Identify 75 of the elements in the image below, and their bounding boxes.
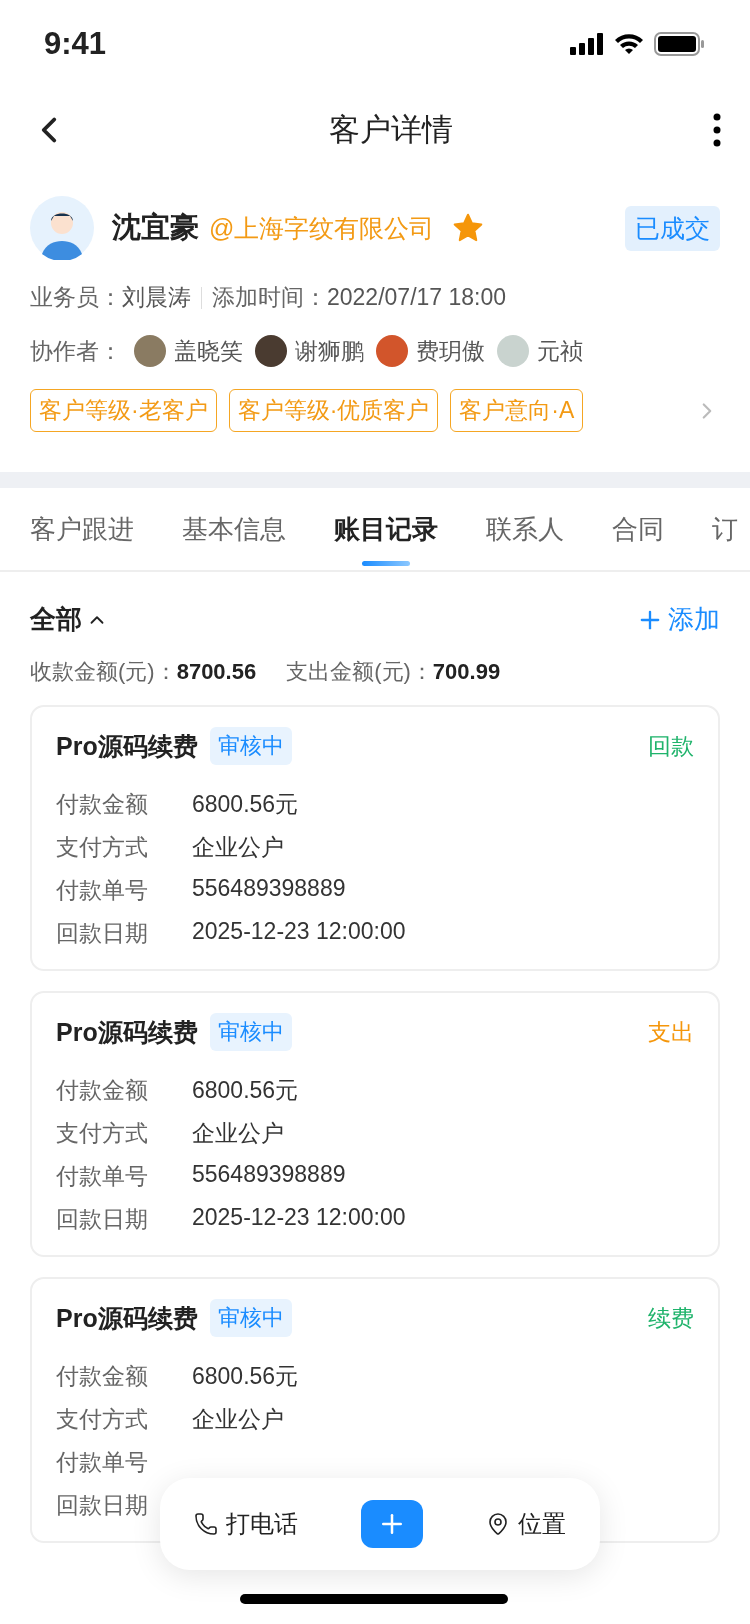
field-value: 556489398889 [192,875,346,903]
customer-tag: 客户等级·优质客户 [228,389,439,432]
review-status-badge: 审核中 [209,727,292,765]
customer-tag: 客户意向·A [450,389,584,432]
added-time: 2022/07/17 18:00 [327,284,507,311]
avatar-icon [30,196,94,260]
field-label: 回款日期 [56,919,149,948]
tab[interactable]: 账目记录 [334,488,438,570]
field-label: 回款日期 [56,1491,149,1520]
field-value: 企业公户 [192,1119,284,1148]
field-value: 2025-12-23 12:00:00 [192,918,406,946]
collaborator-name: 盖晓笑 [174,336,243,366]
review-status-badge: 审核中 [209,1299,292,1337]
field-value: 企业公户 [192,833,284,862]
review-status-badge: 审核中 [209,1013,292,1051]
summary-label: 支出金额(元)： [286,658,433,686]
signal-icon [570,33,604,55]
field-label: 支付方式 [56,1119,149,1148]
record-type: 支出 [648,1017,694,1047]
collaborator-avatar [134,335,166,367]
phone-icon [194,1512,219,1536]
tab[interactable]: 联系人 [486,488,564,570]
add-icon[interactable] [361,1500,423,1548]
salesperson-label: 业务员： [30,283,122,312]
battery-icon [654,32,706,56]
filter-dropdown[interactable]: 全部 [30,602,108,637]
record-type: 回款 [648,731,694,761]
field-value: 556489398889 [192,1161,346,1189]
collaborator-avatar [255,335,287,367]
summary-value: 700.99 [432,659,501,685]
star-icon[interactable] [452,212,485,244]
tab[interactable]: 客户跟进 [30,488,134,570]
page-title: 客户详情 [329,111,453,149]
field-value: 6800.56元 [192,1076,299,1105]
field-label: 付款金额 [56,1076,149,1105]
company-name: @上海字纹有限公司 [209,212,435,244]
status-badge: 已成交 [625,205,720,251]
field-label: 付款金额 [56,790,149,819]
summary-value: 8700.56 [176,659,257,685]
record-card[interactable]: Pro源码续费 审核中 支出 付款金额 6800.56元 支付方式 企业公户 付款单号 556489398889 回款日期 2025-12-23 12:00:00 [30,991,720,1257]
record-type: 续费 [648,1303,694,1333]
field-label: 付款单号 [56,1448,149,1477]
collaborator-name: 费玥傲 [416,336,485,366]
wifi-icon [614,33,644,55]
collaborator-avatar [376,335,408,367]
field-label: 支付方式 [56,833,149,862]
record-card[interactable]: Pro源码续费 审核中 回款 付款金额 6800.56元 支付方式 企业公户 付款单号 556489398889 回款日期 2025-12-23 12:00:00 [30,705,720,971]
field-label: 付款单号 [56,1162,149,1191]
collaborator-name: 谢狮鹏 [295,336,364,366]
call-button[interactable]: 打电话 [188,1507,305,1541]
collaborator-name: 元祯 [537,336,583,366]
location-button[interactable]: 位置 [479,1507,572,1541]
tab[interactable]: 基本信息 [182,488,286,570]
collaborator-avatar [497,335,529,367]
more-icon[interactable] [712,113,722,147]
record-title: Pro源码续费 [56,730,198,762]
field-value: 企业公户 [192,1405,284,1434]
record-title: Pro源码续费 [56,1016,198,1048]
status-time: 9:41 [44,26,107,62]
customer-name: 沈宜豪 [112,210,199,245]
field-label: 支付方式 [56,1405,149,1434]
collaborators-label: 协作者： [30,336,122,366]
field-label: 付款金额 [56,1362,149,1391]
customer-tag: 客户等级·老客户 [30,389,217,432]
field-label: 回款日期 [56,1205,149,1234]
record-title: Pro源码续费 [56,1302,198,1334]
field-label: 付款单号 [56,876,149,905]
field-value: 6800.56元 [192,790,299,819]
field-value: 6800.56元 [192,1362,299,1391]
tab[interactable]: 合同 [612,488,664,570]
added-time-label: 添加时间： [212,283,327,312]
salesperson-name: 刘晨涛 [122,283,191,312]
tab[interactable]: 订 [712,488,738,570]
summary-label: 收款金额(元)： [30,658,177,686]
field-value: 2025-12-23 12:00:00 [192,1204,406,1232]
